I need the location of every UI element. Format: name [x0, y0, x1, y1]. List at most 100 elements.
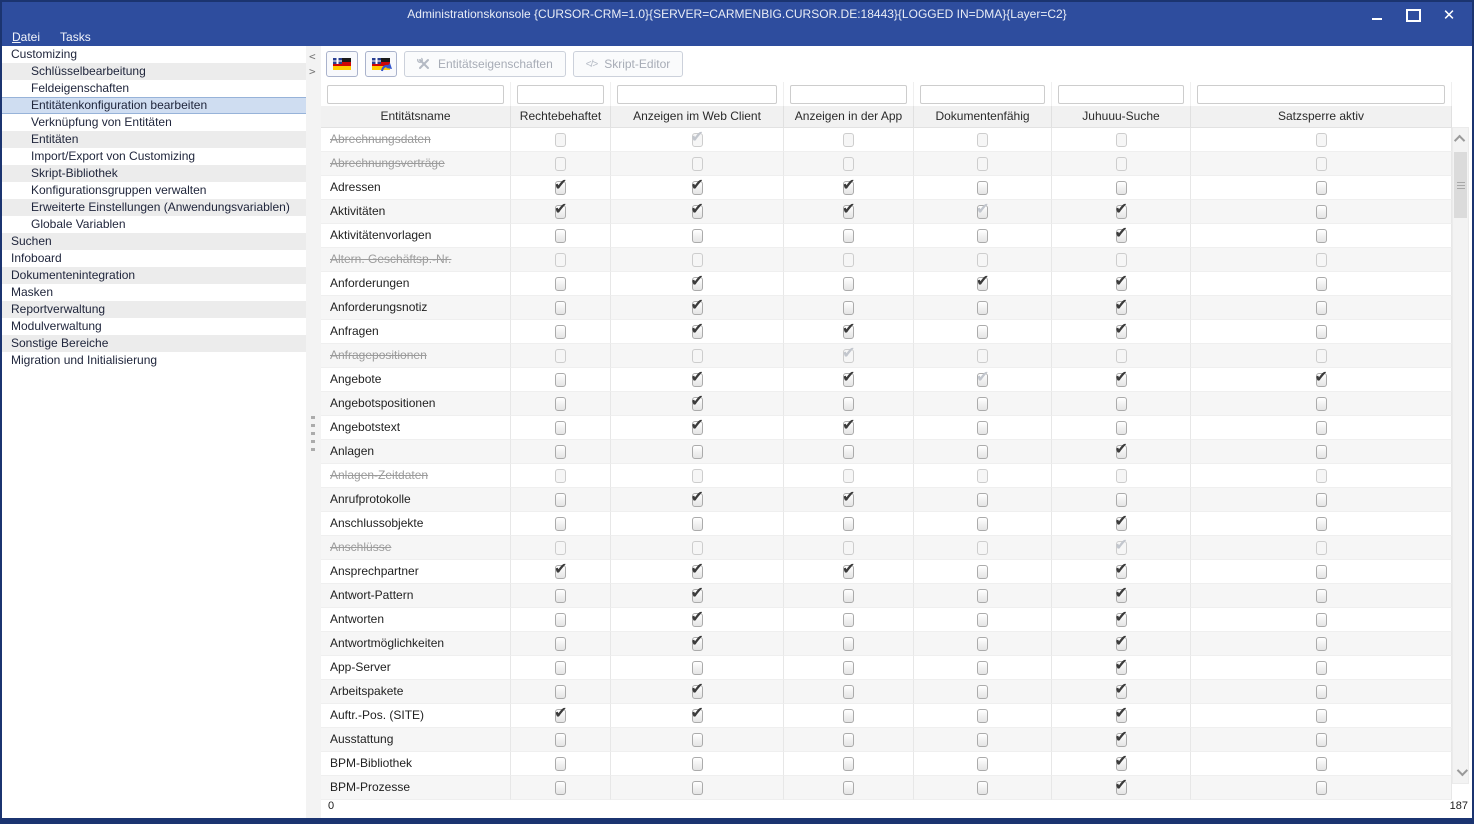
checkbox-web-client[interactable]: [692, 685, 703, 699]
entity-name-cell[interactable]: Antwort-Pattern: [321, 584, 511, 608]
checkbox-satzsperre[interactable]: [1316, 445, 1327, 459]
checkbox-juhuuu-suche[interactable]: [1116, 397, 1127, 411]
sidebar-item-entit-tenkonfiguration-bearbeiten[interactable]: Entitätenkonfiguration bearbeiten: [2, 97, 306, 114]
checkbox-rechtebehaftet[interactable]: [555, 397, 566, 411]
checkbox-app[interactable]: [843, 661, 854, 675]
checkbox-app[interactable]: [843, 445, 854, 459]
sidebar-item-konfigurationsgruppen-verwalten[interactable]: Konfigurationsgruppen verwalten: [2, 182, 306, 199]
checkbox-satzsperre[interactable]: [1316, 637, 1327, 651]
checkbox-app[interactable]: [843, 709, 854, 723]
column-header-rechtebehaftet[interactable]: Rechtebehaftet: [511, 106, 611, 127]
vertical-scrollbar[interactable]: [1452, 127, 1469, 784]
checkbox-rechtebehaftet[interactable]: [555, 637, 566, 651]
entity-name-cell[interactable]: Aktivitätenvorlagen: [321, 224, 511, 248]
checkbox-juhuuu-suche[interactable]: [1116, 661, 1127, 675]
checkbox-satzsperre[interactable]: [1316, 733, 1327, 747]
checkbox-rechtebehaftet[interactable]: [555, 757, 566, 771]
entity-name-cell[interactable]: BPM-Bibliothek: [321, 752, 511, 776]
entity-name-cell[interactable]: Anfragen: [321, 320, 511, 344]
checkbox-dokumentenfaehig[interactable]: [977, 757, 988, 771]
checkbox-satzsperre[interactable]: [1316, 565, 1327, 579]
checkbox-juhuuu-suche[interactable]: [1116, 181, 1127, 195]
checkbox-app[interactable]: [843, 685, 854, 699]
checkbox-juhuuu-suche[interactable]: [1116, 205, 1127, 219]
checkbox-rechtebehaftet[interactable]: [555, 325, 566, 339]
language-german-button[interactable]: [326, 51, 358, 77]
checkbox-rechtebehaftet[interactable]: [555, 781, 566, 795]
entity-name-cell[interactable]: Anrufprotokolle: [321, 488, 511, 512]
checkbox-dokumentenfaehig[interactable]: [977, 709, 988, 723]
checkbox-app[interactable]: [843, 277, 854, 291]
checkbox-web-client[interactable]: [692, 181, 703, 195]
column-header-anzeigen-im-web-client[interactable]: Anzeigen im Web Client: [611, 106, 784, 127]
sidebar-item-masken[interactable]: Masken: [2, 284, 306, 301]
language-german-switch-button[interactable]: [365, 51, 397, 77]
checkbox-dokumentenfaehig[interactable]: [977, 517, 988, 531]
checkbox-web-client[interactable]: [692, 733, 703, 747]
menu-item-datei[interactable]: Datei: [12, 30, 40, 44]
filter-input-entit-tsname[interactable]: [327, 85, 504, 104]
checkbox-web-client[interactable]: [692, 397, 703, 411]
checkbox-satzsperre[interactable]: [1316, 181, 1327, 195]
entity-name-cell[interactable]: Anschlussobjekte: [321, 512, 511, 536]
checkbox-dokumentenfaehig[interactable]: [977, 685, 988, 699]
entity-name-cell[interactable]: Angebotstext: [321, 416, 511, 440]
entity-name-cell[interactable]: Ansprechpartner: [321, 560, 511, 584]
entity-name-cell[interactable]: Abrechnungsverträge: [321, 152, 511, 176]
checkbox-rechtebehaftet[interactable]: [555, 373, 566, 387]
checkbox-web-client[interactable]: [692, 493, 703, 507]
checkbox-web-client[interactable]: [692, 613, 703, 627]
sidebar-item-import-export-von-customizing[interactable]: Import/Export von Customizing: [2, 148, 306, 165]
column-header-anzeigen-in-der-app[interactable]: Anzeigen in der App: [784, 106, 914, 127]
checkbox-app[interactable]: [843, 757, 854, 771]
sidebar-splitter[interactable]: < >: [306, 46, 321, 818]
sidebar-item-dokumentenintegration[interactable]: Dokumentenintegration: [2, 267, 306, 284]
entity-name-cell[interactable]: App-Server: [321, 656, 511, 680]
checkbox-rechtebehaftet[interactable]: [555, 277, 566, 291]
sidebar-item-modulverwaltung[interactable]: Modulverwaltung: [2, 318, 306, 335]
checkbox-juhuuu-suche[interactable]: [1116, 229, 1127, 243]
checkbox-rechtebehaftet[interactable]: [555, 661, 566, 675]
sidebar-item-sonstige-bereiche[interactable]: Sonstige Bereiche: [2, 335, 306, 352]
checkbox-dokumentenfaehig[interactable]: [977, 493, 988, 507]
checkbox-satzsperre[interactable]: [1316, 493, 1327, 507]
checkbox-juhuuu-suche[interactable]: [1116, 565, 1127, 579]
sidebar-item-globale-variablen[interactable]: Globale Variablen: [2, 216, 306, 233]
scroll-down-button[interactable]: [1453, 763, 1468, 781]
entity-name-cell[interactable]: Anfragepositionen: [321, 344, 511, 368]
checkbox-rechtebehaftet[interactable]: [555, 421, 566, 435]
scrollbar-thumb[interactable]: [1454, 152, 1467, 218]
checkbox-rechtebehaftet[interactable]: [555, 613, 566, 627]
filter-input-dokumentenf-hig[interactable]: [920, 85, 1045, 104]
expand-right-icon[interactable]: >: [309, 66, 316, 77]
checkbox-rechtebehaftet[interactable]: [555, 301, 566, 315]
checkbox-dokumentenfaehig[interactable]: [977, 277, 988, 291]
checkbox-satzsperre[interactable]: [1316, 709, 1327, 723]
checkbox-web-client[interactable]: [692, 205, 703, 219]
checkbox-web-client[interactable]: [692, 325, 703, 339]
checkbox-web-client[interactable]: [692, 445, 703, 459]
checkbox-juhuuu-suche[interactable]: [1116, 757, 1127, 771]
checkbox-satzsperre[interactable]: [1316, 781, 1327, 795]
filter-input-rechtebehaftet[interactable]: [517, 85, 604, 104]
checkbox-juhuuu-suche[interactable]: [1116, 445, 1127, 459]
sidebar-item-skript-bibliothek[interactable]: Skript-Bibliothek: [2, 165, 306, 182]
checkbox-juhuuu-suche[interactable]: [1116, 637, 1127, 651]
checkbox-dokumentenfaehig[interactable]: [977, 325, 988, 339]
column-header-juhuuu-suche[interactable]: Juhuuu-Suche: [1052, 106, 1191, 127]
checkbox-juhuuu-suche[interactable]: [1116, 685, 1127, 699]
entity-name-cell[interactable]: Anforderungen: [321, 272, 511, 296]
filter-input-juhuuu-suche[interactable]: [1058, 85, 1184, 104]
checkbox-juhuuu-suche[interactable]: [1116, 781, 1127, 795]
checkbox-app[interactable]: [843, 565, 854, 579]
entity-name-cell[interactable]: Auftr.-Pos. (SITE): [321, 704, 511, 728]
checkbox-web-client[interactable]: [692, 301, 703, 315]
checkbox-web-client[interactable]: [692, 589, 703, 603]
filter-input-anzeigen-in-der-app[interactable]: [790, 85, 907, 104]
checkbox-app[interactable]: [843, 373, 854, 387]
checkbox-juhuuu-suche[interactable]: [1116, 517, 1127, 531]
sidebar-item-migration-und-initialisierung[interactable]: Migration und Initialisierung: [2, 352, 306, 369]
checkbox-juhuuu-suche[interactable]: [1116, 709, 1127, 723]
checkbox-rechtebehaftet[interactable]: [555, 493, 566, 507]
entity-name-cell[interactable]: Angebote: [321, 368, 511, 392]
